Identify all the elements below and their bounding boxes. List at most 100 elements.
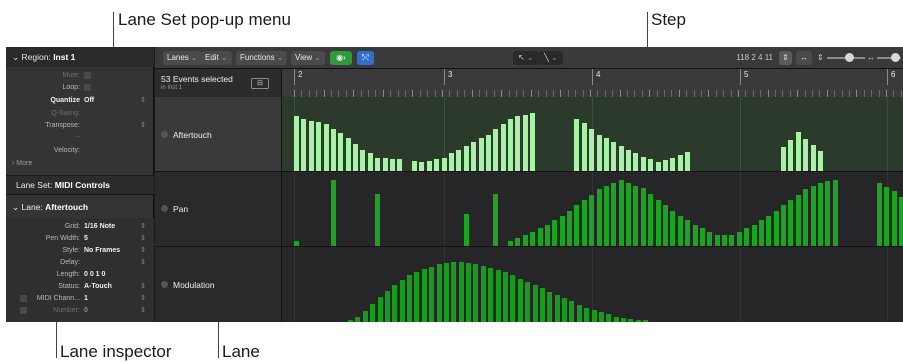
step-bar[interactable] <box>466 263 472 322</box>
midi-in-button[interactable]: ◉› <box>330 51 352 65</box>
step-bar[interactable] <box>810 186 816 246</box>
step-bar[interactable] <box>663 160 668 171</box>
step-bar[interactable] <box>502 272 508 322</box>
step-bar[interactable] <box>463 145 469 171</box>
step-bar[interactable] <box>353 144 359 171</box>
step-bar[interactable] <box>729 235 735 246</box>
step-bar[interactable] <box>451 262 457 322</box>
step-bar[interactable] <box>655 161 661 171</box>
step-bar[interactable] <box>539 288 545 322</box>
lane-header-aftertouch[interactable]: Aftertouch <box>155 97 282 171</box>
step-bar[interactable] <box>522 114 528 171</box>
step-bar[interactable] <box>655 199 661 246</box>
step-bar[interactable] <box>643 320 649 322</box>
length-value[interactable]: 0 0 1 0 <box>84 269 105 281</box>
step-bar[interactable] <box>884 187 890 246</box>
quantize-value[interactable]: Off <box>84 95 94 107</box>
step-bar[interactable] <box>596 189 602 246</box>
step-bar[interactable] <box>419 161 425 171</box>
step-bar[interactable] <box>458 262 464 322</box>
step-bar[interactable] <box>877 182 883 246</box>
step-bar[interactable] <box>670 158 676 171</box>
step-bar[interactable] <box>899 196 903 246</box>
status-row[interactable]: Status: A-Touch ⇕ <box>6 281 154 293</box>
step-bar[interactable] <box>426 161 432 171</box>
pen-width-value[interactable]: 5 <box>84 233 88 245</box>
step-bar[interactable] <box>670 210 676 246</box>
step-bar[interactable] <box>576 304 582 322</box>
step-bar[interactable] <box>758 220 764 246</box>
lane-pan[interactable] <box>282 171 903 246</box>
step-bar[interactable] <box>677 154 683 171</box>
step-bar[interactable] <box>377 297 383 322</box>
step-bar[interactable] <box>436 264 442 322</box>
step-bar[interactable] <box>626 182 632 246</box>
pointer-tool-menu[interactable]: ↖ ⌄ <box>513 51 539 65</box>
step-bar[interactable] <box>803 189 809 246</box>
step-bar[interactable] <box>591 310 597 322</box>
step-bar[interactable] <box>633 186 639 246</box>
region-header[interactable]: ⌄ Region: Inst 1 <box>6 47 154 67</box>
step-bar[interactable] <box>421 268 427 322</box>
step-bar[interactable] <box>611 182 617 246</box>
lanes-menu[interactable]: Lanes ⌄ <box>163 51 202 65</box>
step-bar[interactable] <box>598 312 604 322</box>
step-bar[interactable] <box>308 120 314 171</box>
delay-row[interactable]: Delay: ⇕ <box>6 257 154 269</box>
step-bar[interactable] <box>640 188 646 246</box>
step-bar[interactable] <box>562 298 568 322</box>
more-disclosure[interactable]: › More <box>12 160 32 167</box>
step-bar[interactable] <box>323 124 329 171</box>
step-bar[interactable] <box>569 301 575 322</box>
step-bar[interactable] <box>817 182 823 246</box>
step-bar[interactable] <box>510 275 516 322</box>
step-bar[interactable] <box>773 210 779 246</box>
step-bar[interactable] <box>692 224 698 246</box>
step-bar[interactable] <box>463 213 469 246</box>
step-bar[interactable] <box>640 157 646 171</box>
step-bar[interactable] <box>766 216 772 246</box>
step-bar[interactable] <box>552 220 558 246</box>
view-menu[interactable]: View ⌄ <box>291 51 325 65</box>
step-bar[interactable] <box>330 180 336 246</box>
step-bar[interactable] <box>532 285 538 322</box>
step-bar[interactable] <box>456 149 462 171</box>
quantize-row[interactable]: Quantize Off ⇕ <box>6 95 154 107</box>
step-bar[interactable] <box>330 128 336 171</box>
step-bar[interactable] <box>891 191 897 246</box>
step-bar[interactable] <box>810 145 816 171</box>
lane-header[interactable]: ⌄ Lane: Aftertouch <box>6 198 154 216</box>
step-bar[interactable] <box>525 281 531 322</box>
step-bar[interactable] <box>736 232 742 246</box>
step-bar[interactable] <box>389 159 395 171</box>
horizontal-zoom-knob[interactable] <box>891 53 900 62</box>
step-bar[interactable] <box>781 146 787 171</box>
bar-ruler[interactable]: 2 3 4 5 6 <box>282 69 903 97</box>
step-bar[interactable] <box>488 267 494 322</box>
step-bar[interactable] <box>677 216 683 246</box>
style-value[interactable]: No Frames <box>84 245 120 257</box>
step-bar[interactable] <box>744 228 750 246</box>
step-bar[interactable] <box>633 153 639 171</box>
number-checkbox[interactable] <box>20 307 27 314</box>
pen-width-row[interactable]: Pen Width: 5 ⇕ <box>6 233 154 245</box>
step-bar[interactable] <box>795 194 801 246</box>
step-bar[interactable] <box>370 303 376 322</box>
grid-row[interactable]: Grid: 1/16 Note ⇕ <box>6 221 154 233</box>
step-bar[interactable] <box>544 224 550 246</box>
vertical-zoom-knob[interactable] <box>845 53 854 62</box>
step-bar[interactable] <box>443 263 449 322</box>
status-value[interactable]: A-Touch <box>84 281 112 293</box>
step-bar[interactable] <box>316 122 322 171</box>
step-bar[interactable] <box>294 115 299 171</box>
number-value[interactable]: 0 <box>84 305 88 317</box>
step-bar[interactable] <box>603 186 609 246</box>
step-bar[interactable] <box>722 235 728 246</box>
step-bar[interactable] <box>574 118 580 171</box>
lane-header-pan[interactable]: Pan <box>155 171 282 246</box>
step-bar[interactable] <box>685 220 691 246</box>
step-bar[interactable] <box>407 275 413 322</box>
step-bar[interactable] <box>441 157 447 171</box>
step-bar[interactable] <box>621 317 627 322</box>
step-bar[interactable] <box>618 145 624 171</box>
